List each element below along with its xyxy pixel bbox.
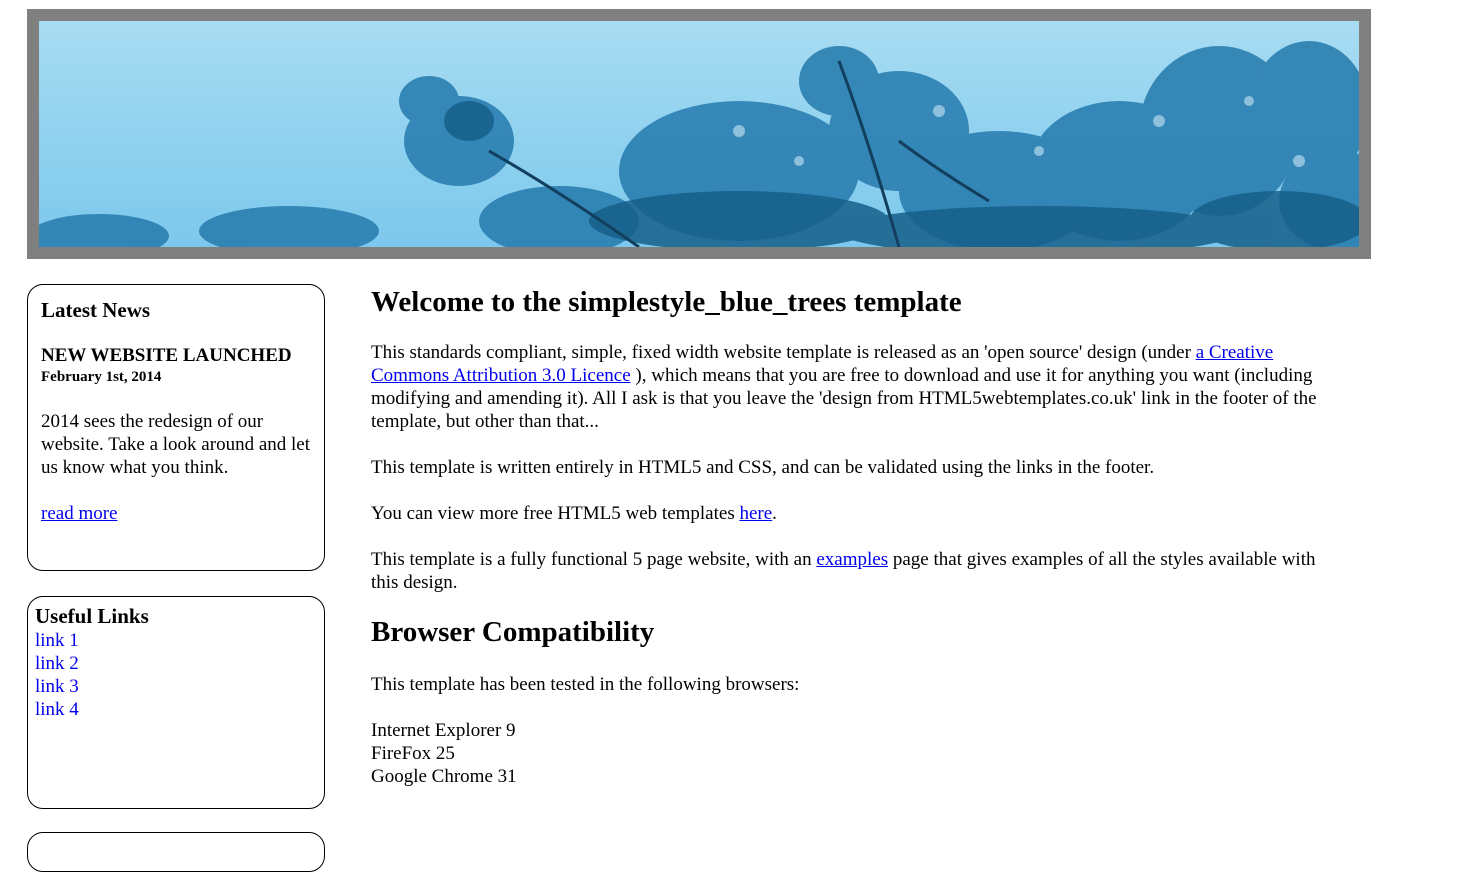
latest-news-box: Latest News NEW WEBSITE LAUNCHED Februar… [27,284,325,571]
intro-paragraph: This standards compliant, simple, fixed … [371,341,1331,433]
news-date: February 1st, 2014 [41,369,162,385]
page-title: Welcome to the simplestyle_blue_trees te… [371,286,962,318]
header-banner [27,9,1371,259]
useful-link-item: link 3 [35,675,317,698]
html5-css-paragraph: This template is written entirely in HTM… [371,457,1155,478]
here-link[interactable]: here [739,503,772,524]
browser-list: Internet Explorer 9 FireFox 25 Google Ch… [371,719,1331,788]
browser-item: FireFox 25 [371,743,455,764]
more-templates-text: You can view more free HTML5 web templat… [371,503,740,524]
news-text: 2014 sees the redesign of our website. T… [41,411,310,478]
news-title: NEW WEBSITE LAUNCHED [41,345,292,366]
read-more-paragraph: read more [41,502,311,525]
latest-news-heading: Latest News [41,298,151,322]
useful-link-item: link 1 [35,629,317,652]
browser-compat-intro: This template has been tested in the fol… [371,674,800,695]
browser-item: Google Chrome 31 [371,766,517,787]
browser-compat-heading: Browser Compatibility [371,616,655,648]
useful-link-item: link 2 [35,652,317,675]
useful-links-box: Useful Links link 1 link 2 link 3 link 4 [27,596,325,809]
useful-links-list: link 1 link 2 link 3 link 4 [35,629,317,721]
examples-paragraph: This template is a fully functional 5 pa… [371,548,1331,594]
read-more-link[interactable]: read more [41,503,117,524]
useful-link-item: link 4 [35,698,317,721]
useful-link-3[interactable]: link 3 [35,676,79,697]
examples-link[interactable]: examples [816,549,888,570]
banner-image [39,21,1359,247]
more-templates-end: . [772,503,777,524]
intro-text-before: This standards compliant, simple, fixed … [371,342,1196,363]
useful-link-1[interactable]: link 1 [35,630,79,651]
main-content: Welcome to the simplestyle_blue_trees te… [371,284,1331,788]
useful-links-heading: Useful Links [35,604,149,628]
browser-item: Internet Explorer 9 [371,720,516,741]
useful-link-2[interactable]: link 2 [35,653,79,674]
examples-text-before: This template is a fully functional 5 pa… [371,549,817,570]
sidebar-box-partial [27,832,325,872]
more-templates-paragraph: You can view more free HTML5 web templat… [371,502,1331,525]
useful-link-4[interactable]: link 4 [35,699,79,720]
